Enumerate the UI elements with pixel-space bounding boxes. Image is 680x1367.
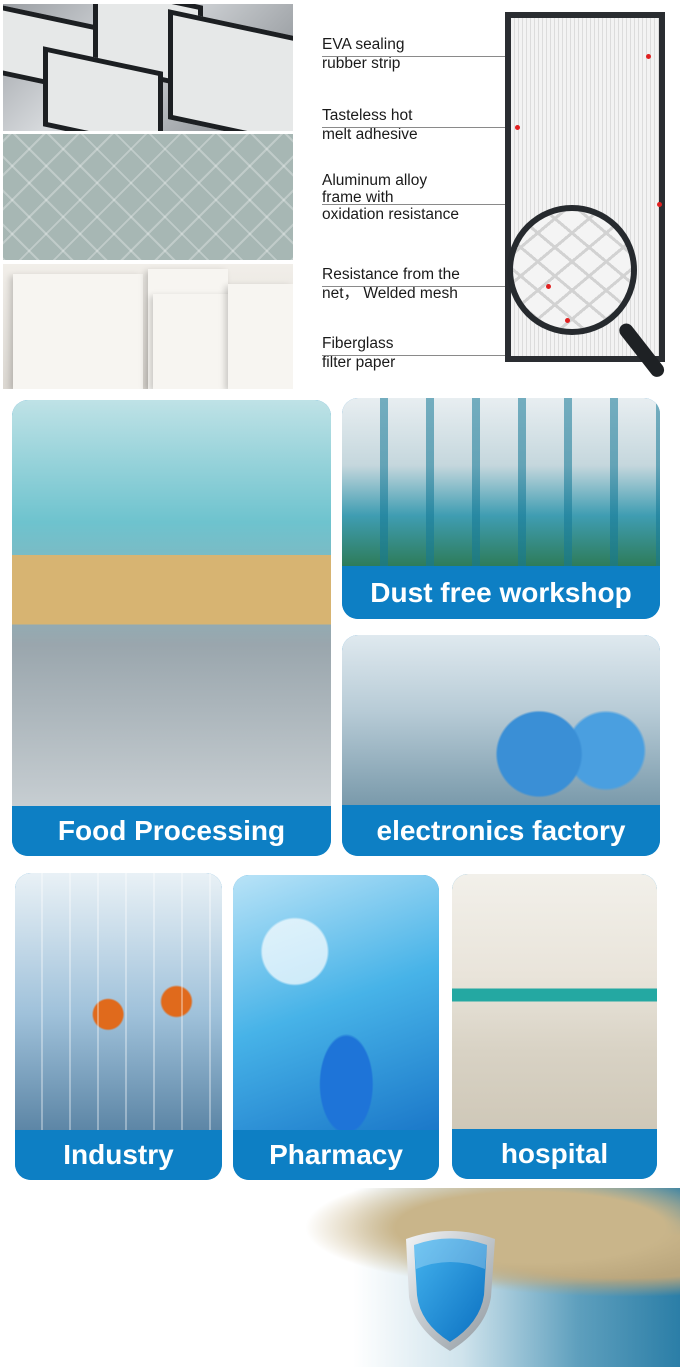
application-label: electronics factory [342, 805, 660, 856]
callout-pin [657, 202, 662, 207]
callout-pin [646, 54, 651, 59]
application-label: Industry [15, 1130, 222, 1180]
application-dust-free-workshop: Dust free workshop [342, 398, 660, 619]
filter-paper-sheets-photo [3, 264, 293, 389]
application-label: Dust free workshop [342, 566, 660, 619]
filter-stack-photo [3, 4, 293, 131]
callout-pin [515, 125, 520, 130]
magnifier-icon [507, 205, 637, 335]
application-label: Food Processing [12, 806, 331, 856]
callout-pin [565, 318, 570, 323]
application-label: hospital [452, 1129, 657, 1179]
application-label: Pharmacy [233, 1130, 439, 1180]
callout-eva-sealing: EVA sealing rubber strip [322, 36, 405, 72]
pharmacy-photo [233, 875, 439, 1130]
callout-aluminum-frame: Aluminum alloy frame with oxidation resi… [322, 172, 459, 223]
callout-hot-melt-adhesive: Tasteless hot melt adhesive [322, 107, 418, 143]
application-hospital: hospital [452, 874, 657, 1179]
filter-media-closeup-photo [3, 134, 293, 260]
callout-fiberglass-paper: Fiberglass filter paper [322, 335, 396, 371]
application-food-processing: Food Processing [12, 400, 331, 856]
hospital-photo [452, 874, 657, 1129]
callout-welded-mesh: Resistance from the net， Welded mesh [322, 266, 460, 302]
callout-leader-line [322, 127, 518, 128]
dust-free-workshop-photo [342, 398, 660, 566]
food-processing-photo [12, 400, 331, 808]
protection-banner [0, 1188, 680, 1367]
shield-icon [406, 1231, 495, 1351]
electronics-factory-photo [342, 635, 660, 805]
callout-pin [546, 284, 551, 289]
industry-photo [15, 873, 222, 1130]
application-pharmacy: Pharmacy [233, 875, 439, 1180]
application-electronics-factory: electronics factory [342, 635, 660, 856]
application-industry: Industry [15, 873, 222, 1180]
